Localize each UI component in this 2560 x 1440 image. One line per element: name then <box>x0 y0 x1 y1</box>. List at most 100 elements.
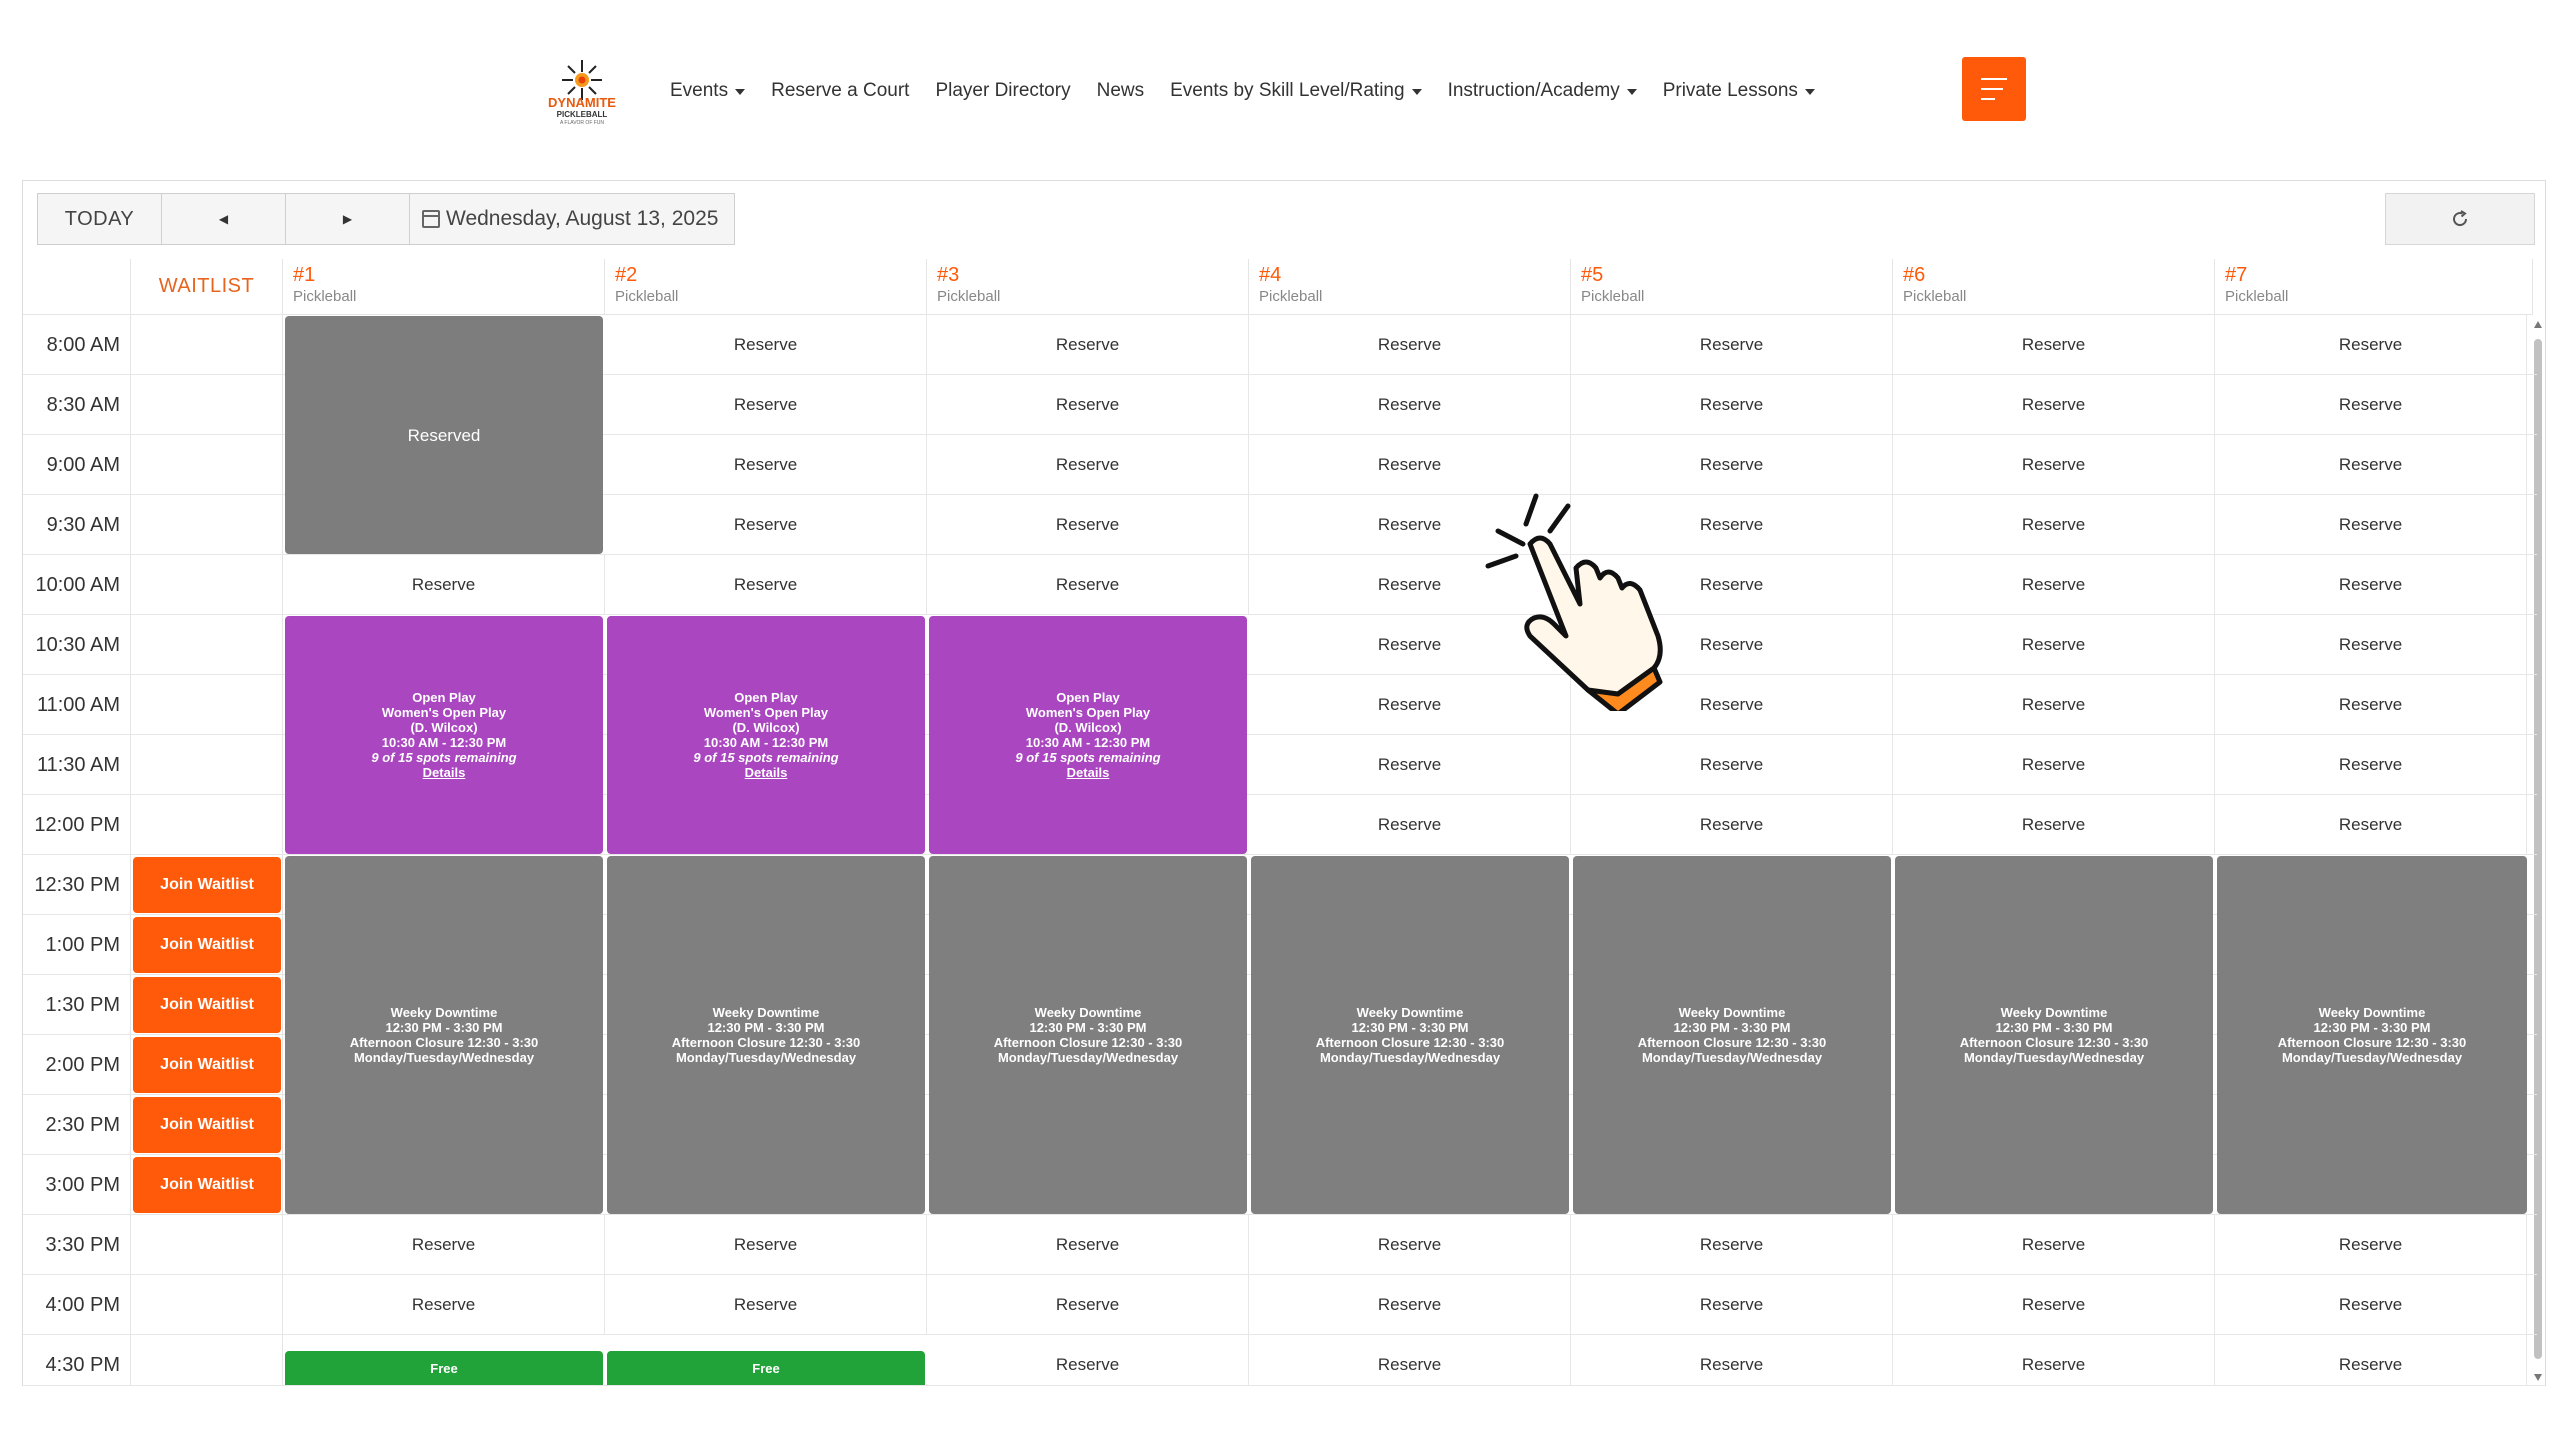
reserve-slot[interactable]: Reserve <box>1249 1275 1571 1335</box>
reserve-slot[interactable]: Reserve <box>2215 735 2527 795</box>
reserve-slot[interactable]: Reserve <box>927 375 1249 435</box>
reserve-slot[interactable]: Reserve <box>2215 615 2527 675</box>
reserve-slot[interactable]: Reserve <box>2215 795 2527 855</box>
date-picker[interactable]: Wednesday, August 13, 2025 <box>410 194 734 244</box>
free-play-event[interactable]: Free <box>285 1351 603 1385</box>
next-day-button[interactable]: ▶ <box>286 194 410 244</box>
reserve-slot[interactable]: Reserve <box>605 495 927 555</box>
reserve-slot[interactable]: Reserve <box>927 435 1249 495</box>
reserve-slot[interactable]: Reserve <box>927 1275 1249 1335</box>
free-play-event[interactable]: Free <box>607 1351 925 1385</box>
reserve-slot[interactable]: Reserve <box>1249 315 1571 375</box>
reserve-slot[interactable]: Reserve <box>1571 375 1893 435</box>
prev-day-button[interactable]: ◀ <box>162 194 286 244</box>
reserve-slot[interactable]: Reserve <box>2215 375 2527 435</box>
reserve-slot[interactable]: Reserve <box>605 375 927 435</box>
event-details-link[interactable]: Details <box>1067 765 1110 780</box>
reserve-slot[interactable]: Reserve <box>605 1275 927 1335</box>
hamburger-menu-button[interactable] <box>1962 57 2026 121</box>
court-number: #5 <box>1581 264 1604 286</box>
reserve-slot[interactable]: Reserve <box>283 1275 605 1335</box>
reserve-slot[interactable]: Reserve <box>1249 735 1571 795</box>
downtime-days: Monday/Tuesday/Wednesday <box>997 1050 1179 1065</box>
downtime-title: Weeky Downtime <box>390 1005 498 1020</box>
nav-news[interactable]: News <box>1097 80 1145 102</box>
site-logo[interactable]: DYNAMITE PICKLEBALL A FLAVOR OF FUN <box>548 58 616 128</box>
reserve-slot[interactable]: Reserve <box>1249 795 1571 855</box>
reserve-slot[interactable]: Reserve <box>1249 1215 1571 1275</box>
nav-player-directory[interactable]: Player Directory <box>935 80 1070 102</box>
reserve-slot[interactable]: Reserve <box>1893 615 2215 675</box>
open-play-event[interactable]: Open Play Women's Open Play (D. Wilcox) 10:… <box>285 616 603 854</box>
nav-instruction-academy-label: Instruction/Academy <box>1447 80 1620 101</box>
join-waitlist-button[interactable]: Join Waitlist <box>133 977 281 1033</box>
reserve-slot[interactable]: Reserve <box>1893 375 2215 435</box>
reserve-slot[interactable]: Reserve <box>927 1335 1249 1385</box>
reserve-slot[interactable]: Reserve <box>927 495 1249 555</box>
reserve-slot[interactable]: Reserve <box>1893 795 2215 855</box>
reserve-slot[interactable]: Reserve <box>927 555 1249 615</box>
join-waitlist-button[interactable]: Join Waitlist <box>133 1097 281 1153</box>
reserve-slot[interactable]: Reserve <box>1249 375 1571 435</box>
nav-private-lessons[interactable]: Private Lessons <box>1663 80 1815 102</box>
downtime-title: Weeky Downtime <box>1678 1005 1786 1020</box>
event-details-link[interactable]: Details <box>745 765 788 780</box>
reserve-slot[interactable]: Reserve <box>1571 315 1893 375</box>
reserve-slot[interactable]: Reserve <box>927 1215 1249 1275</box>
reserve-slot[interactable]: Reserve <box>2215 315 2527 375</box>
reserve-slot[interactable]: Reserve <box>2215 435 2527 495</box>
reserve-slot[interactable]: Reserve <box>1893 315 2215 375</box>
reserve-slot[interactable]: Reserve <box>2215 555 2527 615</box>
time-label: 11:30 AM <box>23 735 131 795</box>
reserve-slot[interactable]: Reserve <box>927 315 1249 375</box>
nav-events[interactable]: Events <box>670 80 746 102</box>
open-play-event[interactable]: Open Play Women's Open Play (D. Wilcox) 10:… <box>929 616 1247 854</box>
reserve-slot[interactable]: Reserve <box>1893 435 2215 495</box>
join-waitlist-button[interactable]: Join Waitlist <box>133 1157 281 1213</box>
reserve-slot[interactable]: Reserve <box>1571 735 1893 795</box>
nav-instruction-academy[interactable]: Instruction/Academy <box>1448 80 1637 102</box>
reserve-slot[interactable]: Reserve <box>2215 495 2527 555</box>
court-number: #1 <box>293 264 316 286</box>
today-button[interactable]: TODAY <box>38 194 162 244</box>
reserve-slot[interactable]: Reserve <box>283 1215 605 1275</box>
reserve-slot[interactable]: Reserve <box>605 435 927 495</box>
downtime-time: 12:30 PM - 3:30 PM <box>1673 1020 1791 1035</box>
reserve-slot[interactable]: Reserve <box>1893 1275 2215 1335</box>
reserve-slot[interactable]: Reserve <box>1249 1335 1571 1385</box>
event-details-link[interactable]: Details <box>423 765 466 780</box>
waitlist-cell <box>131 795 283 855</box>
downtime-description: Afternoon Closure 12:30 - 3:30 <box>2277 1035 2467 1050</box>
reserve-slot[interactable]: Reserve <box>1893 555 2215 615</box>
reserve-slot[interactable]: Reserve <box>2215 675 2527 735</box>
refresh-button[interactable] <box>2385 193 2535 245</box>
downtime-description: Afternoon Closure 12:30 - 3:30 <box>1315 1035 1505 1050</box>
reserve-slot[interactable]: Reserve <box>283 555 605 615</box>
reserve-slot[interactable]: Reserve <box>1893 1335 2215 1385</box>
open-play-event[interactable]: Open Play Women's Open Play (D. Wilcox) 10:… <box>607 616 925 854</box>
reserve-slot[interactable]: Reserve <box>1893 735 2215 795</box>
nav-reserve-court[interactable]: Reserve a Court <box>771 80 909 102</box>
reserve-slot[interactable]: Reserve <box>1893 675 2215 735</box>
reserve-slot[interactable]: Reserve <box>605 1215 927 1275</box>
join-waitlist-button[interactable]: Join Waitlist <box>133 1037 281 1093</box>
reserve-slot[interactable]: Reserve <box>2215 1215 2527 1275</box>
downtime-title: Weeky Downtime <box>712 1005 820 1020</box>
reserve-slot[interactable]: Reserve <box>2215 1335 2527 1385</box>
join-waitlist-button[interactable]: Join Waitlist <box>133 857 281 913</box>
reserve-slot[interactable]: Reserve <box>1571 1215 1893 1275</box>
reserve-slot[interactable]: Reserve <box>1571 795 1893 855</box>
reserve-slot[interactable]: Reserve <box>605 315 927 375</box>
join-waitlist-button[interactable]: Join Waitlist <box>133 917 281 973</box>
reserve-slot[interactable]: Reserve <box>2215 1275 2527 1335</box>
time-label: 12:30 PM <box>23 855 131 915</box>
nav-events-by-skill[interactable]: Events by Skill Level/Rating <box>1170 80 1422 102</box>
reserve-slot[interactable]: Reserve <box>1893 1215 2215 1275</box>
time-row: 10:00 AM Reserve Reserve Reserve Reserve Rese… <box>23 555 2537 615</box>
reserve-slot[interactable]: Reserve <box>1893 495 2215 555</box>
reserve-slot[interactable]: Reserve <box>605 555 927 615</box>
reserve-slot[interactable]: Reserve <box>1571 1275 1893 1335</box>
reserve-slot[interactable]: Reserve <box>1571 1335 1893 1385</box>
hamburger-icon <box>1981 88 2003 90</box>
court-header-7: #7 Pickleball <box>2215 259 2533 315</box>
